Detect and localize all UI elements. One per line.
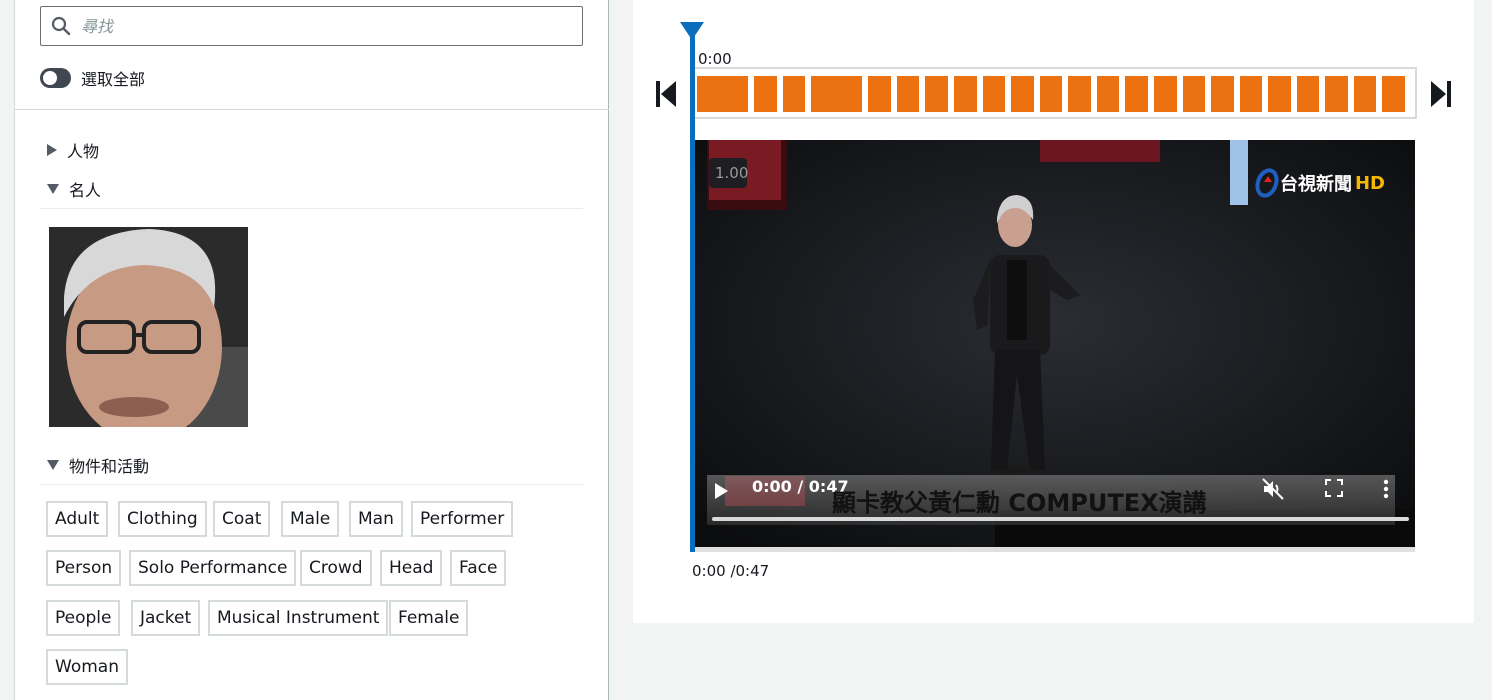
timeline-segment[interactable]	[954, 76, 977, 112]
video-controls: 0:00 / 0:47 顯卡教父黃仁勳 COMPUTEX演講	[707, 475, 1409, 525]
timeline-segment[interactable]	[1268, 76, 1291, 112]
playhead[interactable]	[690, 30, 695, 552]
tag-coat[interactable]: Coat	[213, 501, 271, 537]
timeline-segment[interactable]	[1325, 76, 1348, 112]
tag-person[interactable]: Person	[46, 550, 122, 586]
playhead-handle[interactable]	[680, 22, 704, 40]
timeline-segment[interactable]	[697, 76, 749, 112]
svg-text:1.00: 1.00	[715, 164, 748, 182]
caret-right-icon	[47, 144, 57, 156]
timeline-segment[interactable]	[1125, 76, 1148, 112]
timeline-segment[interactable]	[1382, 76, 1405, 112]
tag-adult[interactable]: Adult	[46, 501, 109, 537]
section-label: 名人	[69, 181, 102, 200]
timeline-segment[interactable]	[925, 76, 949, 112]
jump-to-start-button[interactable]	[656, 80, 678, 112]
broadcaster-logo: 台視新聞 HD	[1254, 168, 1385, 198]
search-input[interactable]	[81, 16, 561, 36]
select-all-toggle[interactable]	[40, 68, 71, 88]
section-celebrities[interactable]: 名人	[47, 177, 101, 201]
tag-jacket[interactable]: Jacket	[131, 600, 201, 636]
jump-to-end-button[interactable]	[1430, 80, 1452, 112]
tag-crowd[interactable]: Crowd	[300, 550, 372, 586]
broadcaster-logo-hd: HD	[1354, 172, 1385, 194]
timeline-segment[interactable]	[1153, 76, 1177, 112]
playback-time: 0:00 /0:47	[692, 562, 770, 580]
timeline-segment[interactable]	[1239, 76, 1263, 112]
search-icon	[51, 16, 71, 36]
video-player[interactable]: 1.00 台視新聞 HD 0:00 / 0:47 顯卡教父黃仁勳 COMPUTE…	[695, 140, 1415, 547]
tag-people[interactable]: People	[46, 600, 121, 636]
timeline-segment[interactable]	[896, 76, 920, 112]
broadcaster-logo-text: 台視新聞	[1279, 174, 1352, 195]
divider	[40, 208, 583, 209]
tag-man[interactable]: Man	[349, 501, 403, 537]
play-button[interactable]	[715, 483, 728, 499]
timeline-segment[interactable]	[1296, 76, 1320, 112]
tag-solo-performance[interactable]: Solo Performance	[129, 550, 297, 586]
timeline-segment[interactable]	[1182, 76, 1206, 112]
filter-panel: 選取全部 人物 名人 物件和活動	[14, 0, 609, 700]
timeline-segment[interactable]	[982, 76, 1006, 112]
timeline-segment[interactable]	[1211, 76, 1234, 112]
tag-head[interactable]: Head	[380, 550, 443, 586]
video-bottom-strip	[695, 547, 1415, 552]
timeline-segment[interactable]	[868, 76, 891, 112]
timeline-start-time: 0:00	[698, 50, 732, 68]
tag-musical-instrument[interactable]: Musical Instrument	[208, 600, 389, 636]
section-people[interactable]: 人物	[47, 138, 99, 162]
divider	[40, 484, 583, 485]
muted-speaker-icon[interactable]	[1261, 477, 1285, 501]
timeline-segment[interactable]	[1353, 76, 1377, 112]
timeline-segment[interactable]	[754, 76, 777, 112]
tag-woman[interactable]: Woman	[46, 649, 128, 685]
tag-female[interactable]: Female	[389, 600, 469, 636]
video-caption: 顯卡教父黃仁勳 COMPUTEX演講	[832, 489, 1207, 517]
tag-clothing[interactable]: Clothing	[118, 501, 207, 537]
video-progress-bar[interactable]	[712, 517, 1409, 521]
timeline-segment[interactable]	[811, 76, 863, 112]
fullscreen-icon[interactable]	[1325, 479, 1343, 497]
caret-down-icon	[47, 184, 59, 194]
caret-down-icon	[47, 460, 59, 470]
search-box[interactable]	[40, 6, 583, 46]
tag-performer[interactable]: Performer	[411, 501, 514, 537]
timeline-segment[interactable]	[1011, 76, 1034, 112]
tag-face[interactable]: Face	[450, 550, 507, 586]
section-objects-activities[interactable]: 物件和活動	[47, 453, 149, 477]
more-options-icon[interactable]	[1383, 479, 1389, 499]
tag-male[interactable]: Male	[281, 501, 340, 537]
skip-forward-icon	[1431, 81, 1451, 107]
select-all-row[interactable]: 選取全部	[40, 66, 145, 90]
section-label: 人物	[67, 142, 100, 161]
timeline-segment[interactable]	[1068, 76, 1091, 112]
timeline-track[interactable]	[693, 67, 1417, 119]
select-all-label: 選取全部	[81, 70, 146, 89]
celebrity-thumbnail[interactable]	[49, 227, 248, 427]
section-label: 物件和活動	[69, 457, 150, 476]
divider	[15, 109, 609, 110]
broadcaster-logo-icon	[1255, 168, 1279, 198]
timeline-segment[interactable]	[1039, 76, 1063, 112]
skip-back-icon	[656, 81, 676, 107]
timeline-segment[interactable]	[1096, 76, 1120, 112]
timeline-segment[interactable]	[782, 76, 806, 112]
